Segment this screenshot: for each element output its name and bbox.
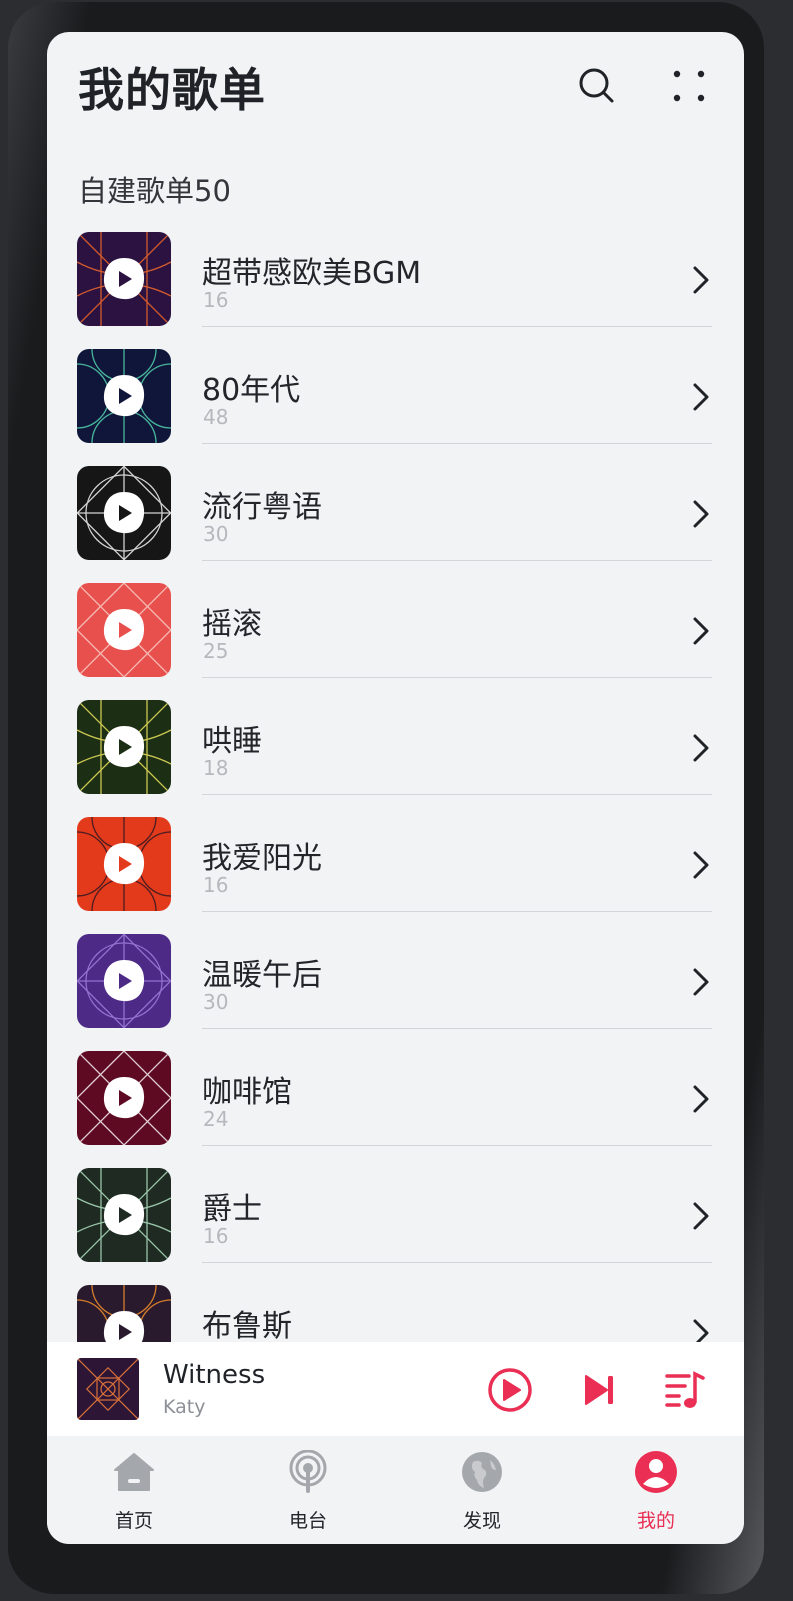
playlist-name: 爵士 xyxy=(202,1192,262,1227)
row-divider xyxy=(202,677,712,678)
playlist-cover xyxy=(77,817,171,911)
row-divider xyxy=(202,1028,712,1029)
playlist-cover xyxy=(77,1051,171,1145)
search-button[interactable] xyxy=(575,64,619,108)
play-button[interactable] xyxy=(486,1366,534,1414)
chevron-right-icon xyxy=(693,500,709,528)
playlist-cover xyxy=(77,1168,171,1262)
chevron-right-icon xyxy=(693,851,709,879)
skip-next-icon xyxy=(585,1375,613,1405)
tab-discover[interactable]: 发现 xyxy=(437,1450,527,1540)
mini-player-title: Witness xyxy=(163,1360,266,1390)
globe-icon xyxy=(462,1452,502,1492)
playlist-cover xyxy=(77,700,171,794)
chevron-right-icon xyxy=(693,383,709,411)
more-dots-icon xyxy=(673,70,705,102)
search-icon xyxy=(579,68,614,103)
playlist-song-count: 16 xyxy=(203,1224,229,1248)
playlist-song-count: 18 xyxy=(203,756,229,780)
playlist-name: 温暖午后 xyxy=(202,958,322,993)
screen: 我的歌单 自建歌单50 超带感欧美BGM 16 80年代 48 流行粤语 30 … xyxy=(47,32,744,1544)
row-divider xyxy=(202,560,712,561)
playlist-row[interactable]: 流行粤语 30 xyxy=(47,466,744,583)
tab-mine[interactable]: 我的 xyxy=(611,1450,701,1540)
tab-discover-label: 发现 xyxy=(462,1510,501,1532)
tab-home[interactable]: 首页 xyxy=(89,1450,179,1540)
chevron-right-icon xyxy=(693,1085,709,1113)
row-divider xyxy=(202,1262,712,1263)
playlist-cover xyxy=(77,466,171,560)
playlist-cover xyxy=(77,349,171,443)
page-title: 我的歌单 xyxy=(78,63,266,117)
playlist-name: 咖啡馆 xyxy=(202,1075,292,1110)
user-icon xyxy=(635,1451,677,1493)
playlist-song-count: 16 xyxy=(203,288,229,312)
playlist-cover xyxy=(77,232,171,326)
next-button[interactable] xyxy=(575,1366,623,1414)
tab-mine-label: 我的 xyxy=(636,1510,675,1532)
playlist-name: 摇滚 xyxy=(202,607,262,642)
playlist-song-count: 30 xyxy=(203,990,229,1014)
mini-player-cover[interactable] xyxy=(77,1358,139,1420)
playlist-song-count: 24 xyxy=(203,1107,229,1131)
chevron-right-icon xyxy=(693,617,709,645)
tab-radio[interactable]: 电台 xyxy=(263,1450,353,1540)
chevron-right-icon xyxy=(693,968,709,996)
playlist-name: 我爱阳光 xyxy=(202,841,322,876)
playlist-cover xyxy=(77,583,171,677)
section-label: 自建歌单50 xyxy=(78,174,231,208)
play-circle-icon xyxy=(488,1368,532,1412)
playlist-row[interactable]: 摇滚 25 xyxy=(47,583,744,700)
row-divider xyxy=(202,1145,712,1146)
playlist-row[interactable]: 我爱阳光 16 xyxy=(47,817,744,934)
tab-radio-label: 电台 xyxy=(288,1510,327,1532)
tab-home-label: 首页 xyxy=(114,1510,153,1532)
playlist-cover xyxy=(77,934,171,1028)
playlist-row[interactable]: 温暖午后 30 xyxy=(47,934,744,1051)
playlist-row[interactable]: 咖啡馆 24 xyxy=(47,1051,744,1168)
queue-button[interactable] xyxy=(661,1366,709,1414)
chevron-right-icon xyxy=(693,734,709,762)
radio-icon xyxy=(289,1450,327,1493)
playlist-song-count: 16 xyxy=(203,873,229,897)
playlist-name: 超带感欧美BGM xyxy=(202,256,422,291)
playlist-row[interactable]: 80年代 48 xyxy=(47,349,744,466)
playlist-song-count: 48 xyxy=(203,405,229,429)
playlist-row[interactable]: 爵士 16 xyxy=(47,1168,744,1285)
playlist-row[interactable]: 哄睡 18 xyxy=(47,700,744,817)
row-divider xyxy=(202,443,712,444)
device-frame: 我的歌单 自建歌单50 超带感欧美BGM 16 80年代 48 流行粤语 30 … xyxy=(8,2,764,1594)
playlist-name: 流行粤语 xyxy=(202,490,322,525)
row-divider xyxy=(202,911,712,912)
row-divider xyxy=(202,326,712,327)
playlist-row[interactable]: 超带感欧美BGM 16 xyxy=(47,232,744,349)
playlist-song-count: 25 xyxy=(203,639,229,663)
playlist-song-count: 30 xyxy=(203,522,229,546)
mini-player[interactable]: Witness Katy xyxy=(47,1342,744,1436)
playlist-name: 布鲁斯 xyxy=(202,1309,292,1344)
chevron-right-icon xyxy=(693,266,709,294)
more-button[interactable] xyxy=(667,64,711,108)
home-icon xyxy=(114,1453,154,1491)
mini-player-artist: Katy xyxy=(163,1396,206,1418)
playlist-name: 哄睡 xyxy=(202,724,262,759)
row-divider xyxy=(202,794,712,795)
playlist-name: 80年代 xyxy=(202,373,301,408)
playlist-queue-icon xyxy=(665,1371,705,1408)
chevron-right-icon xyxy=(693,1202,709,1230)
tab-bar: 首页 电台 发现 我的 xyxy=(47,1436,744,1544)
